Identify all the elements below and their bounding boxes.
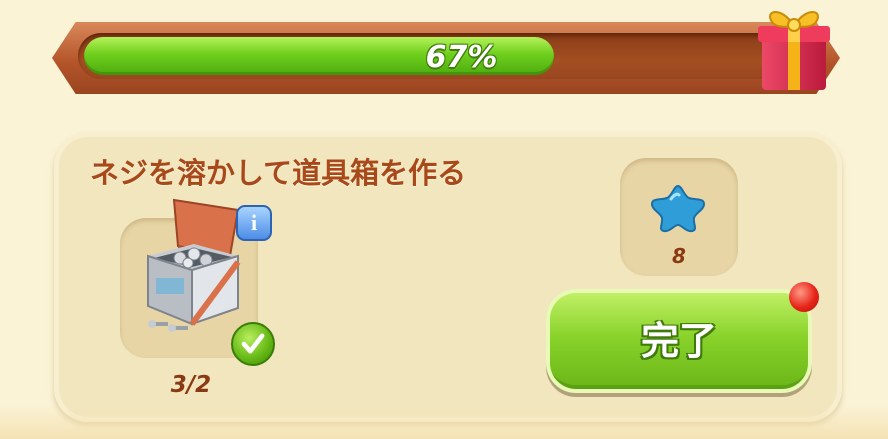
complete-button-label[interactable]: 完了 [546, 289, 812, 393]
blue-star-gem-icon [650, 184, 706, 233]
info-icon: i [250, 210, 258, 235]
item-count: 3/2 [170, 372, 212, 398]
checkmark-icon [231, 322, 275, 366]
reward-amount: 8 [672, 244, 686, 268]
bottom-fade [0, 405, 888, 439]
red-notification-dot-icon [789, 282, 819, 312]
info-button[interactable]: i [236, 205, 272, 241]
gift-box-icon[interactable] [752, 0, 836, 92]
toolbox-with-screws-icon [147, 198, 241, 332]
progress-percent-label: 67% [425, 40, 498, 75]
task-title: ネジを溶かして道具箱を作る [90, 156, 467, 190]
